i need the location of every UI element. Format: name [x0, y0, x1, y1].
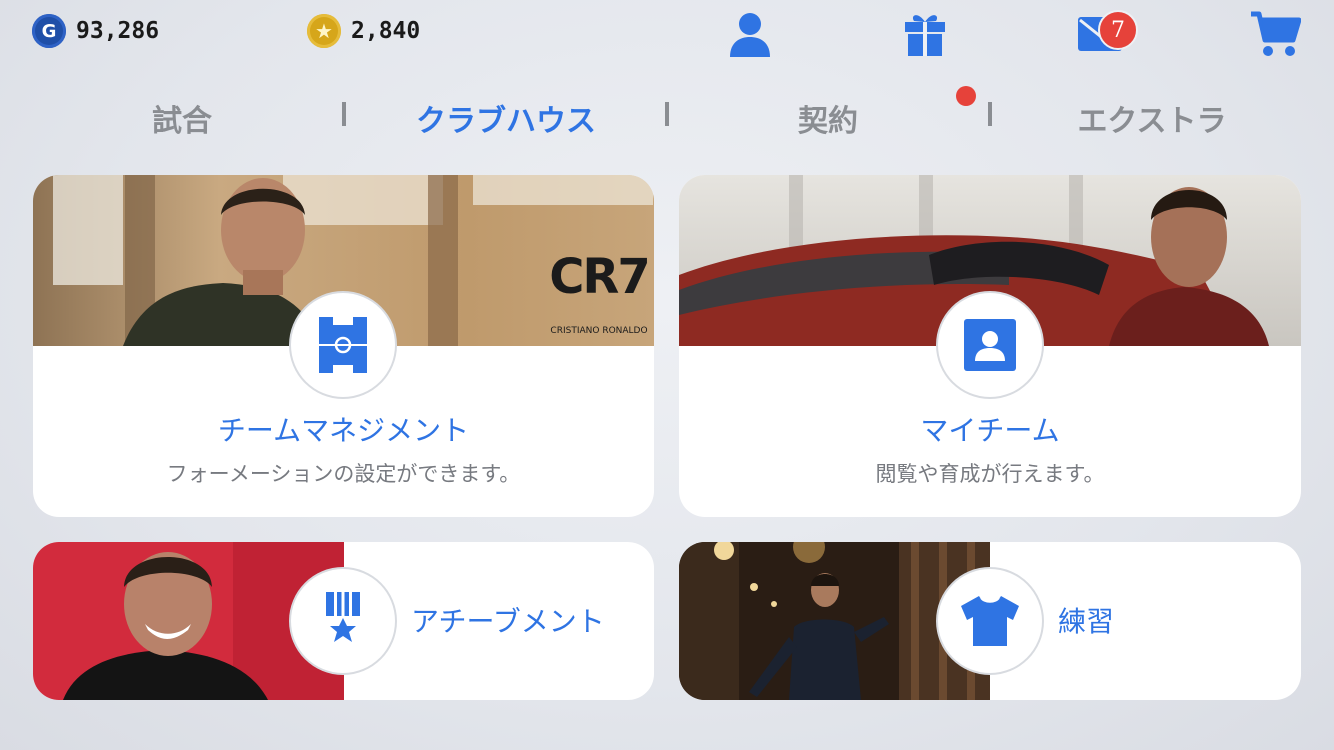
- coin-value: 2,840: [351, 18, 421, 44]
- gift-button[interactable]: [899, 8, 951, 60]
- gift-icon: [905, 15, 945, 56]
- my-team-title: マイチーム: [920, 414, 1060, 447]
- gp-value: 93,286: [76, 18, 160, 44]
- formation-pitch-icon: [319, 317, 367, 373]
- formation-icon-circle: [291, 293, 395, 397]
- main-tabs: 試合 クラブハウス 契約 エクストラ: [0, 86, 1334, 144]
- my-team-icon-circle: [938, 293, 1042, 397]
- cr7-logo-subtitle: CRISTIANO RONALDO: [550, 326, 647, 336]
- my-team-description: 閲覧や育成が行えます。: [875, 462, 1105, 486]
- cr7-logo: CR7: [549, 249, 649, 305]
- tab-separator: [342, 102, 346, 126]
- medal-icon: [326, 592, 360, 642]
- achievements-icon-circle: [291, 569, 395, 673]
- player-profile-icon: [964, 319, 1016, 371]
- coin-balance: ★ 2,840: [307, 14, 420, 48]
- tab-separator: [665, 102, 669, 126]
- training-card[interactable]: 練習: [679, 542, 1301, 700]
- team-management-title: チームマネジメント: [217, 414, 470, 447]
- top-bar: G 93,286 ★ 2,840 7: [0, 0, 1334, 66]
- team-management-card[interactable]: CR7 CRISTIANO RONALDO チームマネジメント フォーメーション…: [33, 175, 654, 517]
- tab-extra[interactable]: エクストラ: [1030, 92, 1274, 144]
- jersey-icon: [961, 596, 1019, 646]
- tab-contract[interactable]: 契約: [706, 92, 950, 144]
- mail-button[interactable]: 7: [1074, 8, 1138, 60]
- training-icon-circle: [938, 569, 1042, 673]
- gp-balance: G 93,286: [32, 14, 159, 48]
- tab-match[interactable]: 試合: [60, 92, 304, 144]
- team-management-description: フォーメーションの設定ができます。: [166, 462, 521, 486]
- tab-clubhouse[interactable]: クラブハウス: [384, 92, 628, 144]
- shop-button[interactable]: [1250, 8, 1302, 60]
- achievements-card[interactable]: アチーブメント: [33, 542, 654, 700]
- achievements-title: アチーブメント: [411, 605, 605, 638]
- contract-notification-dot: [956, 86, 976, 106]
- tab-separator: [988, 102, 992, 126]
- profile-button[interactable]: [724, 8, 776, 60]
- cart-icon: [1251, 11, 1301, 56]
- mail-badge: 7: [1098, 10, 1138, 50]
- gp-coin-icon: G: [32, 14, 66, 48]
- my-team-card[interactable]: マイチーム 閲覧や育成が行えます。: [679, 175, 1301, 517]
- user-icon: [730, 13, 770, 57]
- star-coin-icon: ★: [307, 14, 341, 48]
- training-title: 練習: [1058, 605, 1115, 638]
